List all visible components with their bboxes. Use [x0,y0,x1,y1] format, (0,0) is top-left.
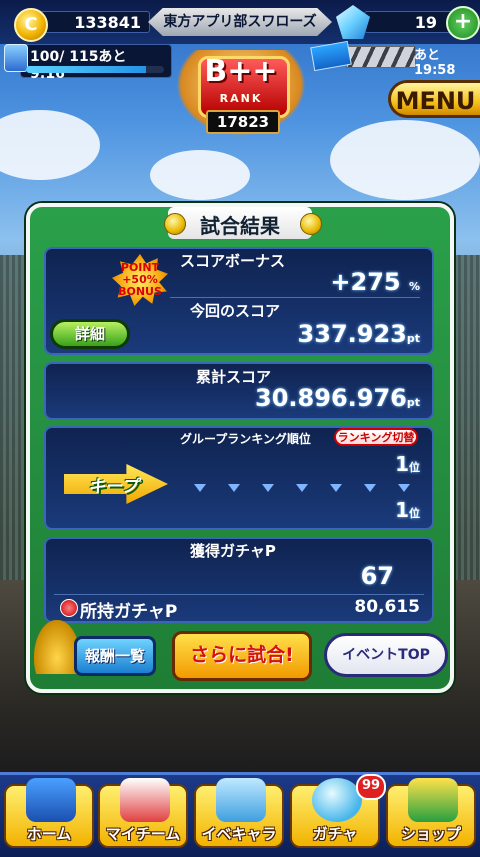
total-score-number: 30.896.976 [255,384,407,412]
down-arrow-icon [194,484,206,492]
gacha-point-icon [60,599,78,617]
stamina-bar-fill [26,66,147,73]
cloud [0,110,100,180]
nav-event-chara-label: イベキャラ [201,825,277,843]
down-arrow-icon [330,484,342,492]
baseball-icon [300,213,322,235]
event-top-button[interactable]: イベントTOP [324,633,448,677]
nav-my-team-label: マイチーム [105,825,181,843]
score-bonus-value: +275 % [240,268,420,296]
cloud [150,150,250,200]
nav-gacha-label: ガチャ [312,825,358,843]
score-bonus-number: +275 [330,268,401,296]
this-score-unit: pt [406,332,420,345]
nav-home-label: ホーム [26,825,72,843]
result-title: 試合結果 [200,214,280,238]
detail-button[interactable]: 詳細 [50,319,130,349]
shop-store-icon [408,778,458,822]
rewards-list-button[interactable]: 報酬一覧 [74,636,156,676]
total-score-value: 30.896.976pt [180,384,420,412]
stamina-bar [26,66,164,73]
gacha-owned-value: 80,615 [354,597,420,617]
event-character-icon [216,778,266,822]
this-score-label: 今回のスコア [190,302,281,320]
keep-label: キープ [88,477,138,497]
nav-shop[interactable]: ショップ [386,778,476,848]
down-arrow-icon [262,484,274,492]
gacha-earned-value: 67 [360,562,394,590]
this-score-number: 337.923 [297,320,407,348]
rank-grade: B++ [204,54,278,89]
ticket-gauge [346,46,416,68]
nav-home[interactable]: ホーム [4,778,94,848]
rank-after-number: 1 [395,498,409,522]
total-score-unit: pt [406,396,420,409]
score-bonus-unit: % [408,280,420,293]
rank-before-number: 1 [395,452,409,476]
divider [170,297,420,298]
team-name: 東方アプリ部スワローズ [163,14,317,30]
rank-before: 1位 [340,452,420,476]
play-again-button[interactable]: さらに試合! [172,631,312,681]
group-ranking-label: グループランキング順位 [180,432,311,446]
ranking-switch-button[interactable]: ランキング切替 [334,428,418,446]
down-arrow-icon [398,484,410,492]
coin-count: 133841 [40,11,150,33]
gacha-earned-label: 獲得ガチャP [190,542,276,560]
stamina-text: 100/ 115あと 9:16 [30,49,141,82]
coin-icon: C [14,8,48,42]
rank-after-unit: 位 [409,507,420,520]
stamina-card-icon [4,44,28,72]
rank-before-unit: 位 [409,461,420,474]
point-bonus-text: POINT +50% BONUS [118,261,162,298]
home-book-icon [26,778,76,822]
down-arrow-icon [364,484,376,492]
nav-event-chara[interactable]: イベキャラ [194,778,284,848]
down-arrow-icon [228,484,240,492]
gacha-notification-badge: 99 [356,774,386,800]
ticket-timer: あと 19:58 [414,48,456,78]
nav-shop-label: ショップ [400,825,461,843]
add-gems-button[interactable]: + [446,6,480,40]
cloud [330,120,480,200]
gacha-ball-icon [312,778,362,822]
rank-after: 1位 [340,498,420,522]
divider [54,594,424,595]
menu-button[interactable]: MENU [388,80,480,118]
down-arrow-icon [296,484,308,492]
gacha-owned-label: 所持ガチャP [80,602,178,622]
rank-word: RANK [219,92,263,105]
this-score-value: 337.923pt [220,320,420,348]
rank-score: 17823 [206,110,280,134]
nav-my-team[interactable]: マイチーム [98,778,188,848]
team-players-icon [120,778,170,822]
